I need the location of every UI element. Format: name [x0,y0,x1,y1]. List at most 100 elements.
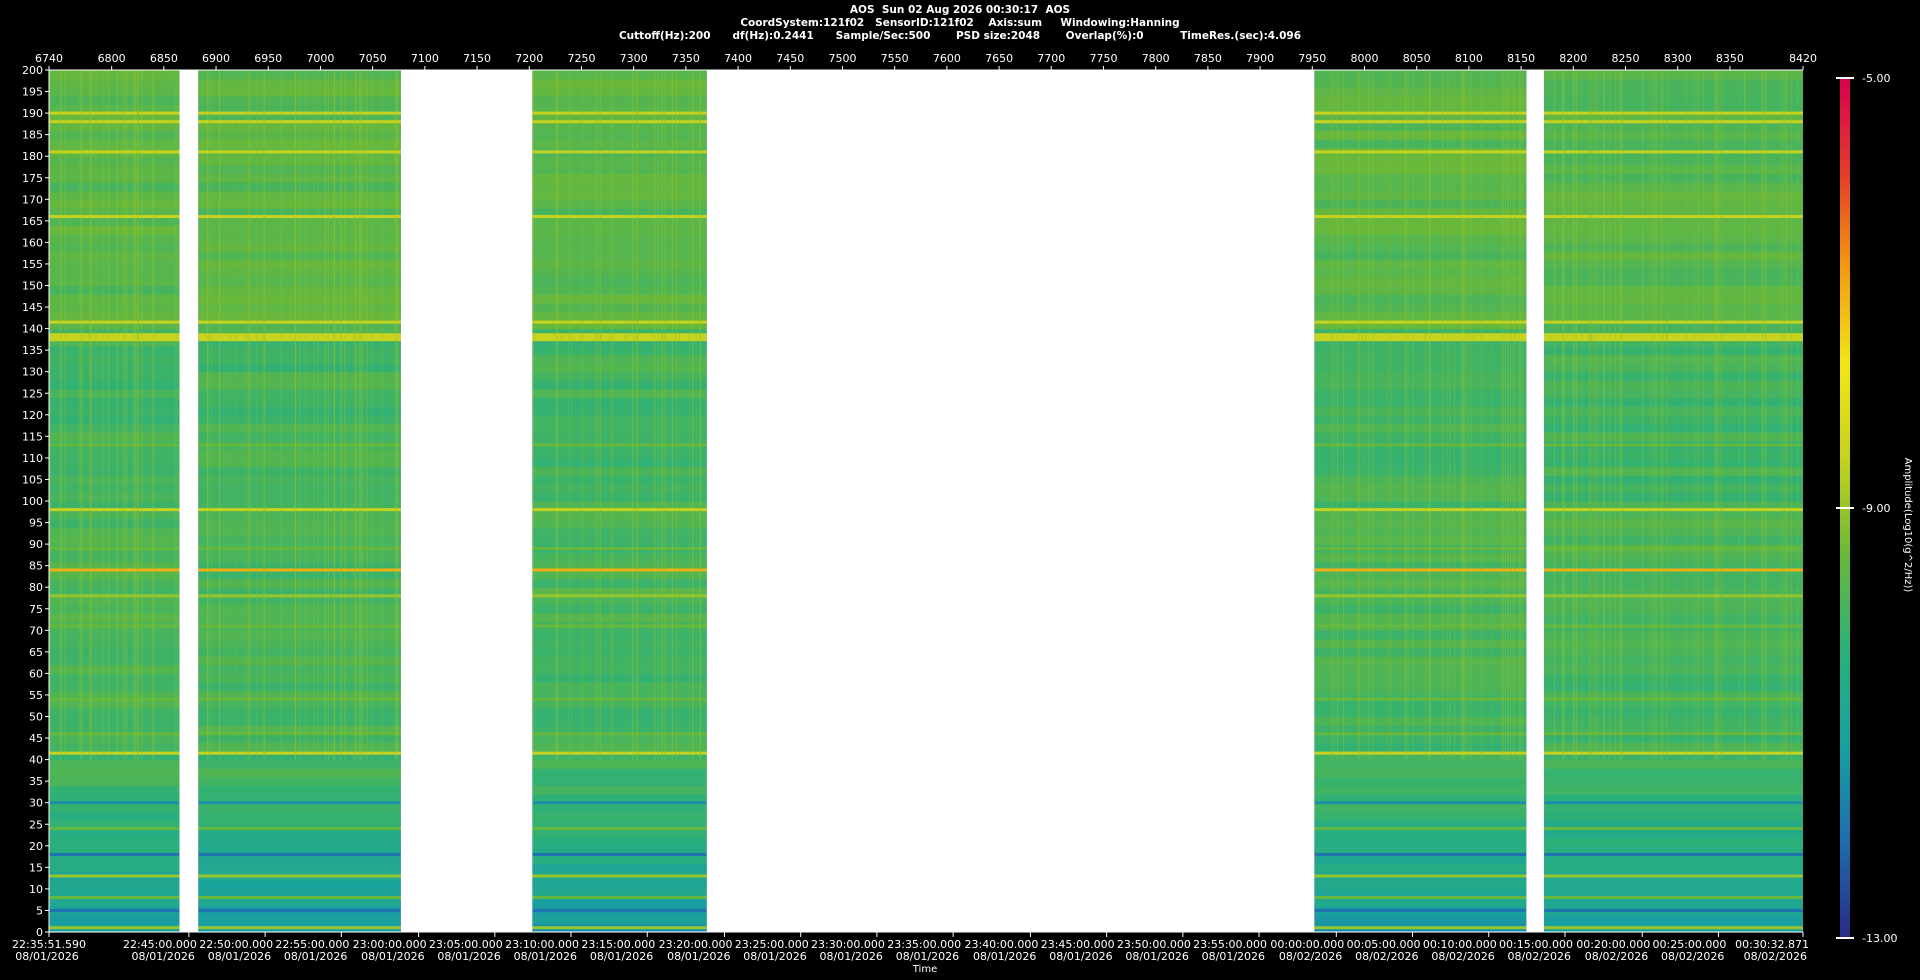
texture-streak [1501,70,1503,760]
texture-streak [571,70,573,760]
spectrogram-row [49,190,180,200]
texture-streak [1405,70,1407,760]
spectrogram-row [532,354,707,364]
texture-streak [1765,70,1767,760]
texture-streak [533,70,535,760]
texture-streak [1686,70,1688,760]
texture-streak [141,70,143,760]
spectrogram-row [532,707,707,718]
spectrogram-row [532,87,707,97]
spectrogram-row [1544,302,1803,312]
spectrogram-row [198,837,401,847]
y-tick-label: 90 [29,538,43,551]
texture-streak [1589,70,1591,760]
spectrogram-row [532,78,707,88]
spectral-band [1544,926,1803,930]
spectrogram-row [532,466,707,476]
texture-streak [1609,70,1611,760]
y-tick-label: 145 [22,301,43,314]
spectrogram-row [532,130,707,140]
spectrogram-row [1544,535,1803,545]
spectral-band [49,852,180,856]
texture-streak [262,70,264,760]
spectral-band [1314,568,1527,572]
texture-streak [1372,70,1374,760]
spectrogram-row [198,768,401,778]
spectral-band [49,333,180,342]
texture-streak [1764,70,1766,760]
spectral-band [532,150,707,154]
top-tick-label: 7800 [1142,52,1170,65]
top-tick-label: 7350 [672,52,700,65]
spectral-band [49,443,180,447]
spectral-band [49,801,180,805]
spectral-band [49,697,180,701]
spectral-band [1314,624,1527,628]
texture-streak [324,70,326,760]
time-tick-date: 08/01/2026 [590,950,653,963]
texture-streak [89,70,91,760]
spectrogram-row [532,164,707,175]
spectrogram-row [49,449,180,459]
spectrogram-row [49,457,180,468]
spectrogram-row [532,259,707,269]
spectrogram-row [532,837,707,847]
spectrogram-row [532,268,707,278]
spectrogram-row [1544,638,1803,649]
top-tick-label: 8300 [1664,52,1692,65]
spectrogram-row [532,656,707,666]
spectrogram-row [1544,285,1803,295]
spectral-band [198,874,401,878]
spectrogram-row [49,647,180,657]
texture-streak [362,70,364,760]
spectral-band [532,333,707,342]
spectrogram-row [1544,768,1803,778]
spectrogram-row [1544,475,1803,485]
spectral-band [1544,852,1803,856]
no-data-region [1526,70,1545,932]
texture-streak [1470,70,1472,760]
spectrogram-row [1314,552,1527,562]
texture-streak [359,70,361,760]
top-tick-label: 6950 [254,52,282,65]
spectrogram-row [532,716,707,726]
texture-streak [81,70,83,760]
y-tick-label: 45 [29,732,43,745]
y-tick-label: 85 [29,560,43,573]
texture-streak [1574,70,1576,760]
texture-streak [594,70,596,760]
spectrogram-row [49,466,180,476]
spectrogram-row [1544,664,1803,674]
time-tick-date: 08/01/2026 [361,950,424,963]
texture-streak [299,70,301,760]
spectrogram-row [532,95,707,106]
texture-streak [1666,70,1668,760]
spectral-band [532,827,707,831]
spectral-band [532,926,707,930]
spectrogram-row [1544,259,1803,269]
spectrogram-row [532,199,707,209]
y-tick-label: 175 [22,172,43,185]
spectrogram-row [49,656,180,666]
texture-streak [1590,70,1592,760]
spectrogram-row [49,811,180,821]
time-tick-date: 08/01/2026 [1202,950,1265,963]
texture-streak [1576,70,1578,760]
spectrogram-row [1314,311,1527,321]
spectrogram-row [1314,388,1527,399]
spectrogram-row [1314,371,1527,381]
spectral-band [1314,926,1527,930]
texture-streak [1473,70,1475,760]
texture-streak [1797,70,1799,760]
spectrogram-row [532,785,707,795]
no-data-region [706,70,1315,932]
spectrogram-row [1314,578,1527,588]
spectrogram-row [49,173,180,183]
spectrogram-row [532,578,707,588]
spectrogram-row [532,225,707,235]
spectrogram-row [49,259,180,269]
texture-streak [361,70,363,760]
spectrogram-row [49,164,180,175]
spectrogram-row [532,613,707,623]
spectral-band [49,594,180,598]
